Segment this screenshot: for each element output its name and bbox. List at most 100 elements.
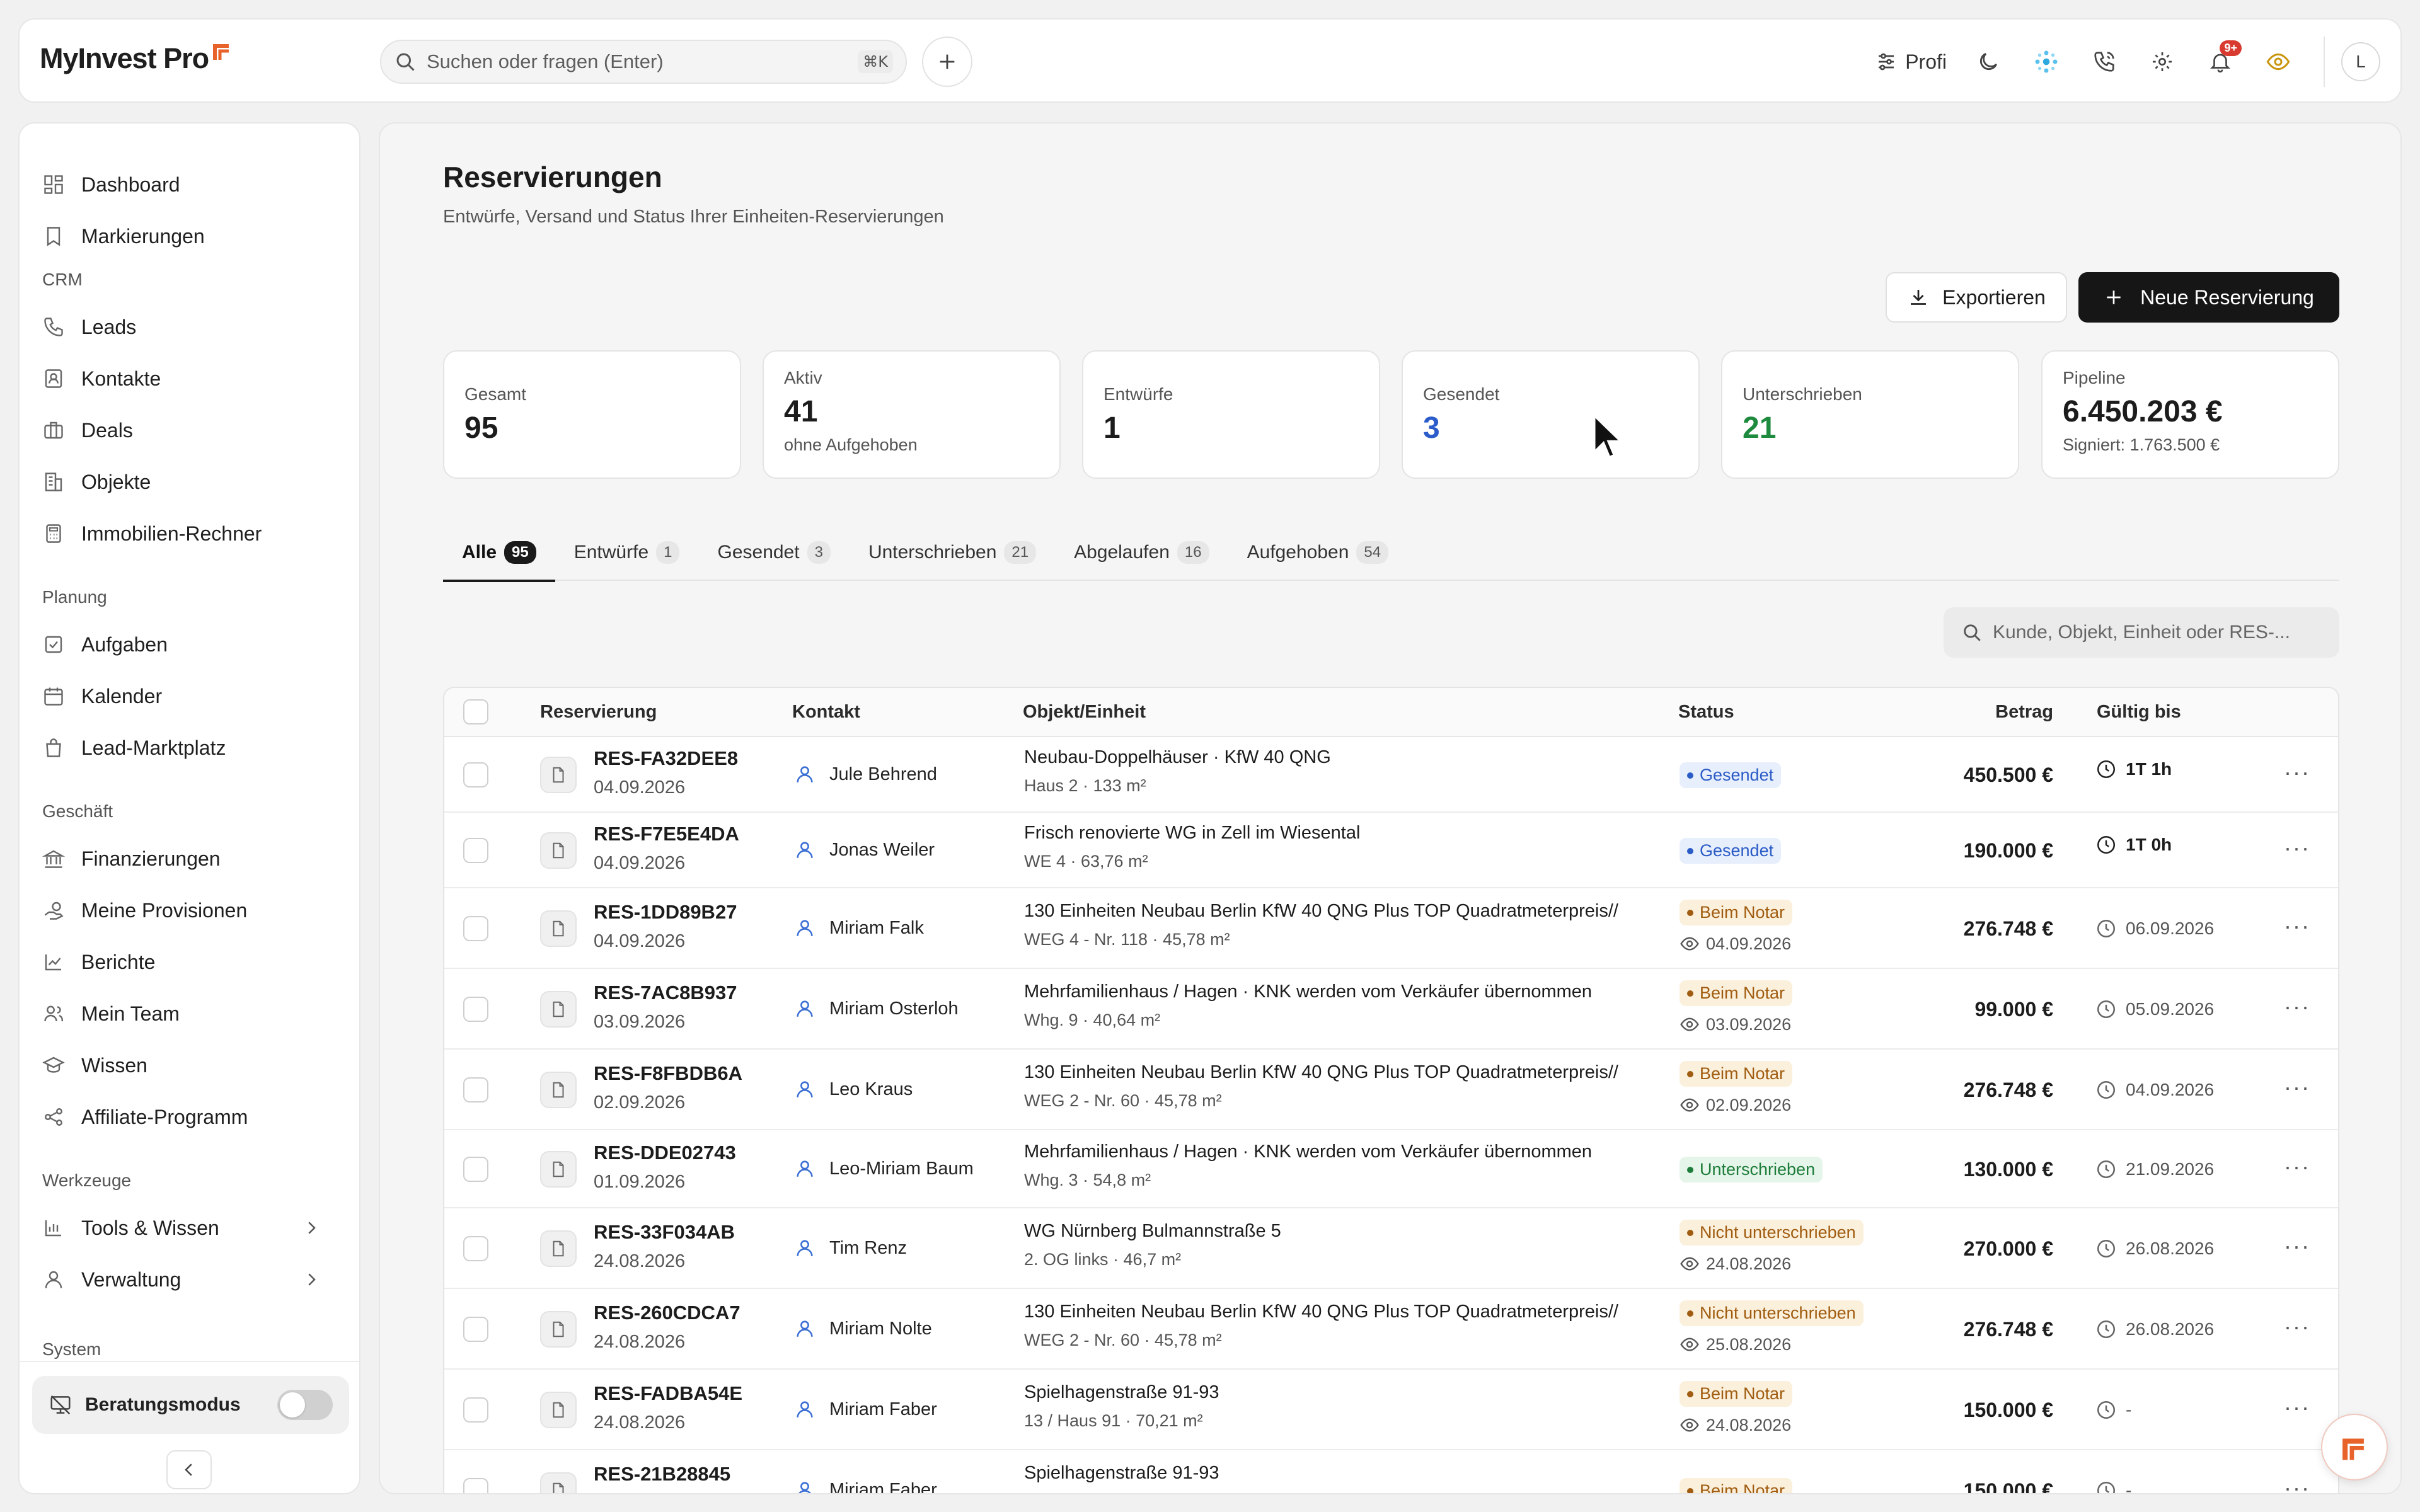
beratungsmodus-row[interactable]: Beratungsmodus xyxy=(32,1376,349,1434)
sidebar-item-berichte[interactable]: Berichte xyxy=(42,940,351,984)
contact-link[interactable]: Leo-Miriam Baum xyxy=(794,1158,974,1179)
stat-card-entwuerfe[interactable]: Entwürfe 1 xyxy=(1082,350,1380,479)
table-row[interactable]: RES-FA32DEE8 04.09.2026 Jule Behrend Neubau… xyxy=(444,737,2338,813)
tab-gesendet[interactable]: Gesendet 3 xyxy=(698,524,849,581)
tab-aufgehoben[interactable]: Aufgehoben 54 xyxy=(1228,524,1408,581)
table-row[interactable]: RES-21B28845 Miriam Faber Spielhagenstraße… xyxy=(444,1450,2338,1493)
table-row[interactable]: RES-F7E5E4DA 04.09.2026 Jonas Weiler Frisch… xyxy=(444,813,2338,888)
row-more-button[interactable]: ··· xyxy=(2281,1074,2313,1100)
sidebar-item-objekte[interactable]: Objekte xyxy=(42,460,351,504)
reservation-id[interactable]: RES-33F034AB xyxy=(594,1221,735,1244)
table-row[interactable]: RES-DDE02743 01.09.2026 Leo-Miriam Baum Meh… xyxy=(444,1130,2338,1208)
reservation-id[interactable]: RES-F7E5E4DA xyxy=(594,823,739,845)
help-fab-button[interactable] xyxy=(2321,1414,2388,1480)
new-reservation-button[interactable]: Neue Reservierung xyxy=(2078,272,2339,323)
quick-add-button[interactable] xyxy=(922,37,972,87)
row-checkbox[interactable] xyxy=(463,1236,488,1261)
contact-link[interactable]: Jonas Weiler xyxy=(794,839,935,861)
tab-entwuerfe[interactable]: Entwürfe 1 xyxy=(555,524,699,581)
user-avatar[interactable]: L xyxy=(2341,42,2380,81)
contact-link[interactable]: Tim Renz xyxy=(794,1237,907,1259)
sidebar-item-aufgaben[interactable]: Aufgaben xyxy=(42,622,351,667)
tab-unterschrieben[interactable]: Unterschrieben 21 xyxy=(850,524,1055,581)
dark-mode-toggle[interactable] xyxy=(1966,39,2011,84)
stat-card-gesamt[interactable]: Gesamt 95 xyxy=(443,350,741,479)
table-search-input[interactable]: Kunde, Objekt, Einheit oder RES-... xyxy=(1944,607,2339,658)
row-checkbox[interactable] xyxy=(463,1317,488,1342)
reservation-id[interactable]: RES-21B28845 xyxy=(594,1463,730,1486)
row-checkbox[interactable] xyxy=(463,1478,488,1493)
collapse-sidebar-button[interactable] xyxy=(166,1450,212,1489)
beratungsmodus-toggle[interactable] xyxy=(277,1390,333,1420)
row-checkbox[interactable] xyxy=(463,916,488,941)
profi-mode-button[interactable]: Profi xyxy=(1875,50,1947,74)
sidebar-item-tools-wissen[interactable]: Tools & Wissen xyxy=(42,1206,351,1250)
table-row[interactable]: RES-1DD89B27 04.09.2026 Miriam Falk 130 Ein… xyxy=(444,888,2338,969)
reservation-id[interactable]: RES-FADBA54E xyxy=(594,1382,742,1405)
sidebar-item-meine-provisionen[interactable]: Meine Provisionen xyxy=(42,888,351,932)
row-more-button[interactable]: ··· xyxy=(2281,759,2313,785)
sidebar-item-finanzierungen[interactable]: Finanzierungen xyxy=(42,837,351,881)
contact-link[interactable]: Miriam Faber xyxy=(794,1399,937,1420)
select-all-checkbox[interactable] xyxy=(463,699,488,724)
stat-card-pipeline[interactable]: Pipeline 6.450.203 € Signiert: 1.763.500… xyxy=(2041,350,2339,479)
reservation-id[interactable]: RES-FA32DEE8 xyxy=(594,747,738,770)
contact-link[interactable]: Miriam Nolte xyxy=(794,1318,932,1339)
column-header-status[interactable]: Status xyxy=(1678,702,1734,723)
stat-card-gesendet[interactable]: Gesendet 3 xyxy=(1402,350,1700,479)
row-checkbox[interactable] xyxy=(463,997,488,1022)
app-logo[interactable]: MyInvest Pro xyxy=(40,42,233,75)
contact-link[interactable]: Leo Kraus xyxy=(794,1079,913,1100)
settings-button[interactable] xyxy=(2140,39,2185,84)
sidebar-item-immobilien-rechner[interactable]: Immobilien-Rechner xyxy=(42,512,351,556)
column-header-betrag[interactable]: Betrag xyxy=(1995,702,2053,723)
reservation-id[interactable]: RES-1DD89B27 xyxy=(594,901,737,924)
sidebar-item-wissen[interactable]: Wissen xyxy=(42,1043,351,1087)
global-search[interactable]: Suchen oder fragen (Enter) ⌘K xyxy=(380,40,907,84)
sidebar-item-lead-marktplatz[interactable]: Lead-Marktplatz xyxy=(42,726,351,770)
column-header-kontakt[interactable]: Kontakt xyxy=(792,702,860,723)
sidebar-item-markierungen[interactable]: Markierungen xyxy=(42,214,351,258)
row-checkbox[interactable] xyxy=(463,1397,488,1423)
row-checkbox[interactable] xyxy=(463,1077,488,1102)
tab-abgelaufen[interactable]: Abgelaufen 16 xyxy=(1055,524,1228,581)
sidebar-item-deals[interactable]: Deals xyxy=(42,408,351,452)
sidebar-item-kalender[interactable]: Kalender xyxy=(42,674,351,718)
sidebar-item-leads[interactable]: Leads xyxy=(42,305,351,349)
row-more-button[interactable]: ··· xyxy=(2281,1314,2313,1339)
contact-link[interactable]: Miriam Falk xyxy=(794,917,924,939)
contact-link[interactable]: Jule Behrend xyxy=(794,764,937,785)
column-header-objekt[interactable]: Objekt/Einheit xyxy=(1023,702,1146,723)
ai-assistant-button[interactable] xyxy=(2024,39,2069,84)
row-more-button[interactable]: ··· xyxy=(2281,913,2313,939)
table-row[interactable]: RES-FADBA54E 24.08.2026 Miriam Faber Spielh… xyxy=(444,1370,2338,1450)
export-button[interactable]: Exportieren xyxy=(1886,272,2067,323)
visibility-button[interactable] xyxy=(2256,39,2301,84)
stat-card-unterschrieben[interactable]: Unterschrieben 21 xyxy=(1721,350,2019,479)
contact-link[interactable]: Miriam Faber xyxy=(794,1479,937,1493)
reservation-id[interactable]: RES-260CDCA7 xyxy=(594,1302,740,1324)
row-checkbox[interactable] xyxy=(463,1157,488,1182)
sidebar-item-affiliate-programm[interactable]: Affiliate-Programm xyxy=(42,1095,351,1139)
row-more-button[interactable]: ··· xyxy=(2281,1233,2313,1259)
reservation-id[interactable]: RES-7AC8B937 xyxy=(594,982,737,1004)
row-more-button[interactable]: ··· xyxy=(2281,835,2313,861)
sidebar-item-mein-team[interactable]: Mein Team xyxy=(42,992,351,1036)
row-more-button[interactable]: ··· xyxy=(2281,1154,2313,1179)
reservation-id[interactable]: RES-DDE02743 xyxy=(594,1142,736,1164)
table-row[interactable]: RES-33F034AB 24.08.2026 Tim Renz WG Nürnber… xyxy=(444,1208,2338,1289)
row-checkbox[interactable] xyxy=(463,838,488,863)
contact-link[interactable]: Miriam Osterloh xyxy=(794,998,959,1019)
phone-button[interactable] xyxy=(2082,39,2127,84)
table-row[interactable]: RES-F8FBDB6A 02.09.2026 Leo Kraus 130 Einhe… xyxy=(444,1050,2338,1130)
sidebar-item-verwaltung[interactable]: Verwaltung xyxy=(42,1257,351,1302)
table-row[interactable]: RES-260CDCA7 24.08.2026 Miriam Nolte 130 Ei… xyxy=(444,1289,2338,1370)
row-checkbox[interactable] xyxy=(463,762,488,788)
stat-card-aktiv[interactable]: Aktiv 41 ohne Aufgehoben xyxy=(763,350,1061,479)
table-row[interactable]: RES-7AC8B937 03.09.2026 Miriam Osterloh Meh… xyxy=(444,969,2338,1050)
tab-alle[interactable]: Alle 95 xyxy=(443,524,555,582)
row-more-button[interactable]: ··· xyxy=(2281,1394,2313,1420)
row-more-button[interactable]: ··· xyxy=(2281,994,2313,1019)
column-header-gueltig-bis[interactable]: Gültig bis xyxy=(2097,702,2181,723)
reservation-id[interactable]: RES-F8FBDB6A xyxy=(594,1062,742,1085)
